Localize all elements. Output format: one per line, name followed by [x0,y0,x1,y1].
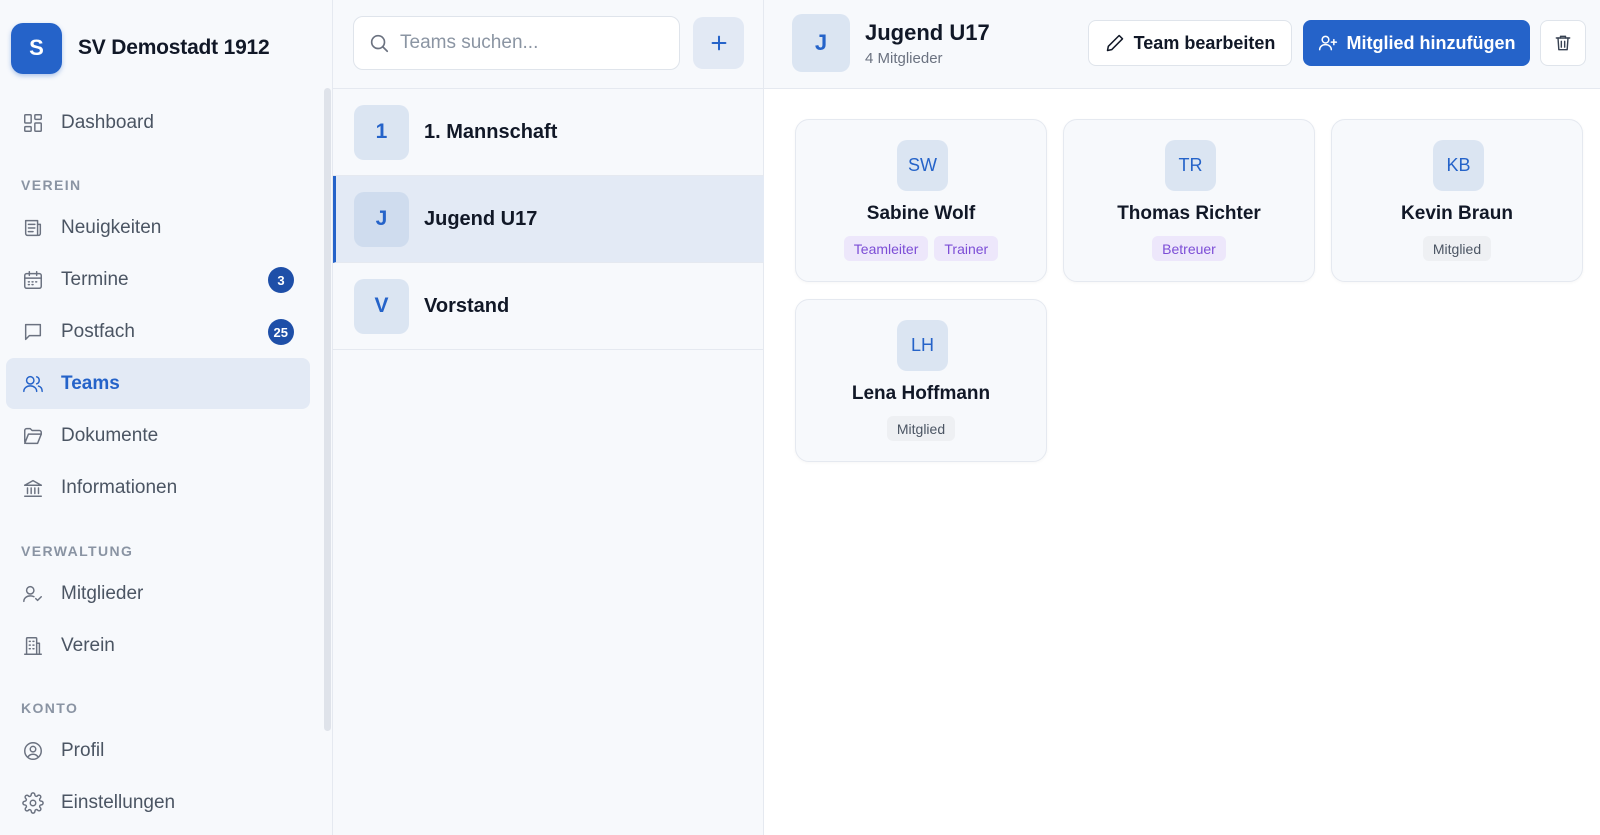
section-label-verwaltung: VERWALTUNG [21,543,134,559]
nav-postfach[interactable]: Postfach 25 [6,306,310,357]
search-icon [368,32,390,54]
club-logo: S [11,22,62,74]
edit-team-button[interactable]: Team bearbeiten [1088,20,1292,66]
team-search-input[interactable] [400,32,660,54]
add-member-label: Mitglied hinzufügen [1346,32,1516,53]
dashboard-icon [22,112,44,134]
plus-icon [711,35,726,51]
nav-label: Teams [61,372,120,394]
count-badge: 25 [267,319,294,345]
member-name: Lena Hoffmann [851,383,991,404]
nav-label: Verein [61,634,115,656]
member-name: Sabine Wolf [866,203,976,224]
avatar: SW [897,140,948,191]
role-badge: Betreuer [1152,236,1226,261]
section-label-verein: VEREIN [21,177,82,193]
team-name: Jugend U17 [424,207,538,230]
user-circle-icon [22,740,44,762]
landmark-icon [22,477,44,499]
nav-dashboard[interactable]: Dashboard [6,97,310,148]
nav-teams[interactable]: Teams [6,358,310,409]
role-tags: Betreuer [1064,236,1314,261]
team-avatar: 1 [354,104,409,160]
nav-einstellungen[interactable]: Einstellungen [6,777,310,828]
member-name: Thomas Richter [1117,203,1261,224]
team-name: 1. Mannschaft [424,120,558,143]
team-header: J Jugend U17 4 Mitglieder Team bearbeite… [764,0,1600,89]
member-card[interactable]: LH Lena Hoffmann Mitglied [795,299,1047,462]
nav-label: Neuigkeiten [61,216,162,238]
club-name: SV Demostadt 1912 [78,36,270,59]
team-avatar: J [354,191,409,247]
role-badge: Teamleiter [843,236,929,261]
nav-label: Dashboard [61,111,154,133]
pencil-icon [1106,34,1123,52]
building-icon [22,635,44,657]
nav-mitglieder[interactable]: Mitglieder [6,568,310,619]
role-tags: Teamleiter Trainer [796,236,1046,261]
gear-icon [22,791,44,814]
member-card[interactable]: SW Sabine Wolf Teamleiter Trainer [795,119,1047,282]
team-avatar-large: J [792,14,850,72]
team-list-panel: 1 1. Mannschaft J Jugend U17 V Vorstand [333,0,764,835]
role-tags: Mitglied [1332,236,1582,261]
team-row[interactable]: V Vorstand [333,263,764,350]
member-count: 4 Mitglieder [865,50,943,67]
avatar: TR [1165,140,1216,191]
trash-icon [1555,35,1571,51]
add-team-button[interactable] [693,17,744,69]
avatar: LH [897,320,948,371]
nav-termine[interactable]: Termine 3 [6,254,310,305]
nav-label: Dokumente [61,424,159,446]
nav-profil[interactable]: Profil [6,725,310,776]
delete-team-button[interactable] [1540,20,1586,66]
role-tags: Mitglied [796,416,1046,441]
nav-label: Termine [61,268,129,290]
team-name: Vorstand [424,294,510,317]
team-row[interactable]: 1 1. Mannschaft [333,89,764,176]
user-check-icon [22,583,44,605]
nav-label: Mitglieder [61,582,144,604]
team-row-selected[interactable]: J Jugend U17 [333,176,764,263]
nav-neuigkeiten[interactable]: Neuigkeiten [6,202,310,253]
sidebar: S SV Demostadt 1912 Dashboard VEREIN Neu… [0,0,333,835]
team-detail: J Jugend U17 4 Mitglieder Team bearbeite… [764,0,1600,835]
member-card[interactable]: TR Thomas Richter Betreuer [1063,119,1315,282]
team-title: Jugend U17 [865,20,990,45]
member-card[interactable]: KB Kevin Braun Mitglied [1331,119,1583,282]
role-badge: Mitglied [1422,236,1492,261]
nav-informationen[interactable]: Informationen [6,462,310,513]
count-badge: 3 [268,267,294,293]
nav-verein[interactable]: Verein [6,620,310,671]
nav-label: Informationen [61,476,178,498]
role-badge: Mitglied [886,416,956,441]
message-icon [22,321,44,343]
add-member-button[interactable]: Mitglied hinzufügen [1303,20,1530,66]
nav-label: Profil [61,739,105,761]
member-name: Kevin Braun [1401,203,1513,224]
nav-label: Postfach [61,320,135,342]
calendar-icon [22,269,44,291]
avatar: KB [1433,140,1484,191]
sidebar-scrollbar[interactable] [324,88,331,731]
user-plus-icon [1318,35,1337,51]
nav-dokumente[interactable]: Dokumente [6,410,310,461]
brand[interactable]: S SV Demostadt 1912 [11,22,270,74]
team-search[interactable] [353,16,680,70]
team-avatar: V [354,278,409,334]
role-badge: Trainer [934,236,999,261]
users-icon [22,373,44,395]
folder-icon [22,425,44,447]
section-label-konto: KONTO [21,700,79,716]
nav-label: Einstellungen [61,791,176,813]
newspaper-icon [22,217,44,239]
edit-team-label: Team bearbeiten [1133,32,1276,53]
